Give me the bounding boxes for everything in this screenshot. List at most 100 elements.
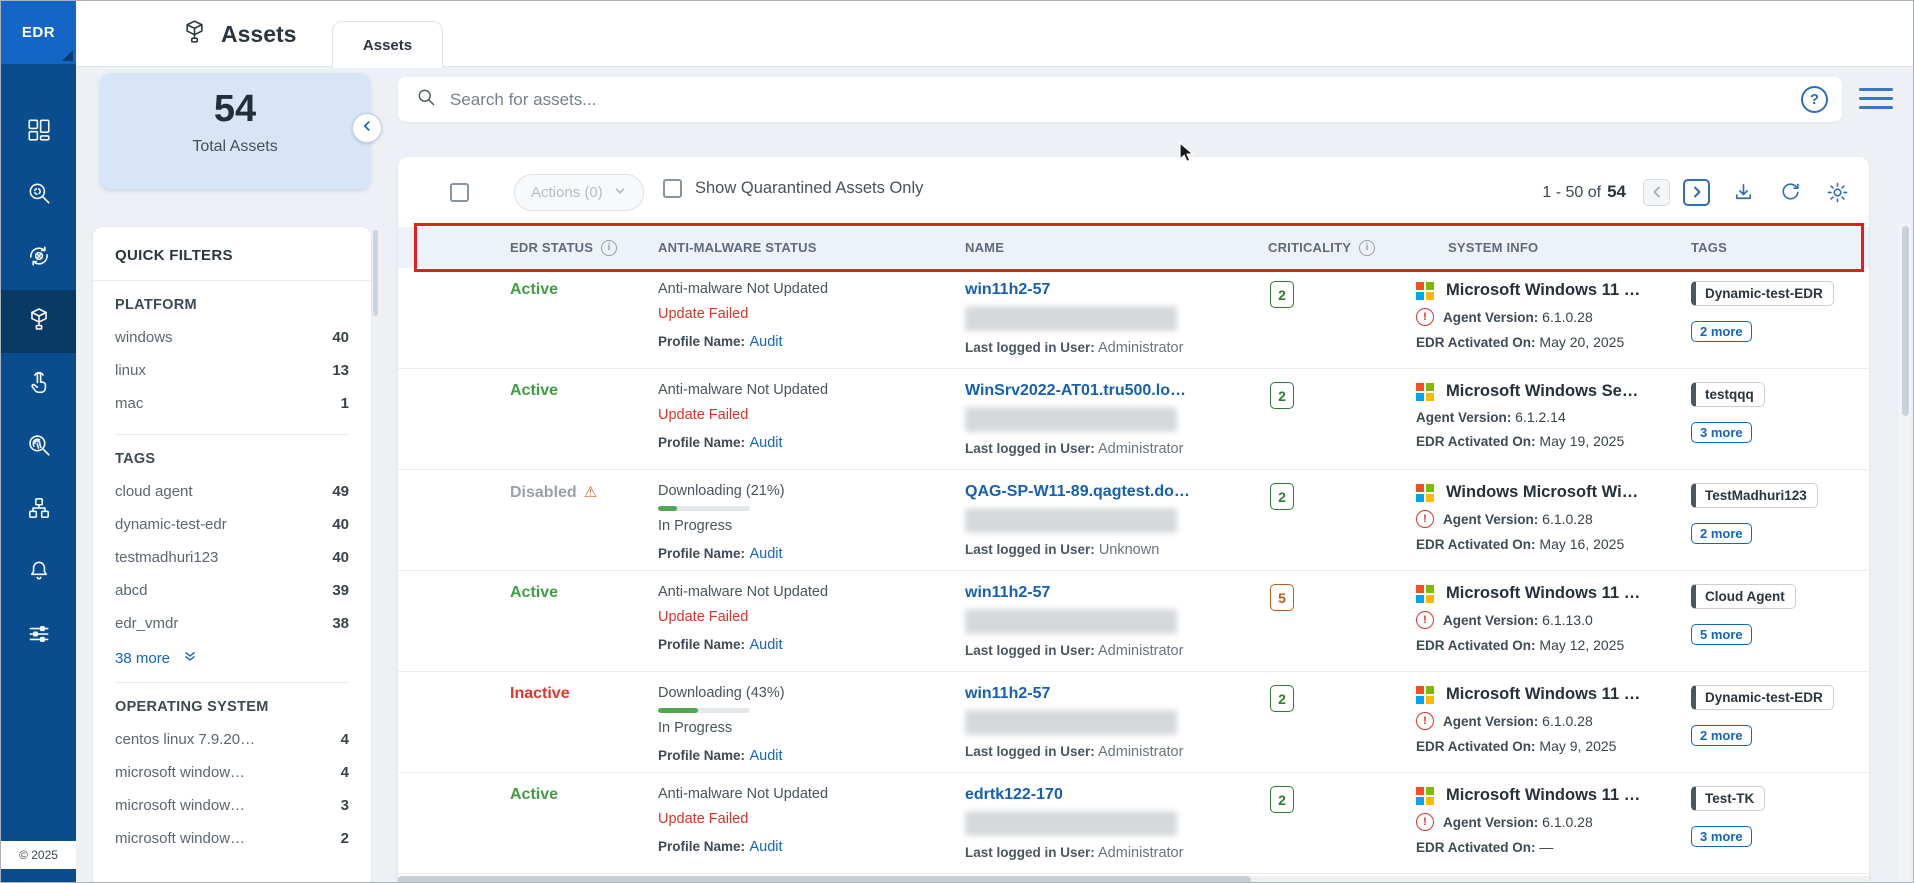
actions-button[interactable]: Actions (0) xyxy=(514,174,644,211)
sidebar-item-rules[interactable] xyxy=(1,353,76,416)
edr-status: Active xyxy=(510,382,559,399)
info-icon[interactable]: i xyxy=(601,239,618,256)
prev-page-button[interactable] xyxy=(1643,178,1670,206)
tag-pill[interactable]: Test-TK xyxy=(1691,786,1766,811)
filter-item[interactable]: cloud agent 49 xyxy=(115,475,349,508)
asset-name-link[interactable]: win11h2-57 xyxy=(965,584,1050,602)
filter-item[interactable]: microsoft window… 2 xyxy=(115,822,349,855)
horizontal-scrollbar[interactable] xyxy=(398,876,1869,882)
asset-name-link[interactable]: WinSrv2022-AT01.tru500.lo… xyxy=(965,382,1186,400)
criticality-badge: 2 xyxy=(1270,685,1294,712)
sidebar-item-topology[interactable] xyxy=(1,479,76,542)
asset-name-link[interactable]: win11h2-57 xyxy=(965,685,1050,703)
agent-warning-icon[interactable]: ! xyxy=(1416,308,1434,326)
filters-scrollbar[interactable] xyxy=(373,230,378,316)
agent-version-value: 6.1.0.28 xyxy=(1542,511,1593,527)
profile-link[interactable]: Audit xyxy=(749,637,782,653)
asset-name-link[interactable]: QAG-SP-W11-89.qagtest.do… xyxy=(965,483,1190,501)
hamburger-icon[interactable] xyxy=(1859,88,1893,109)
anti-malware-cell: Anti-malware Not Updated Update Failed P… xyxy=(658,369,965,469)
column-header-criticality[interactable]: CRITICALITY i xyxy=(1268,239,1416,256)
system-info-cell: Microsoft Windows 11 … ! Agent Version: … xyxy=(1416,571,1691,671)
tab-assets[interactable]: Assets xyxy=(332,21,443,68)
filter-item[interactable]: linux 13 xyxy=(115,354,349,387)
asset-name-link[interactable]: win11h2-57 xyxy=(965,281,1050,299)
profile-link[interactable]: Audit xyxy=(749,546,782,562)
column-header-name[interactable]: NAME xyxy=(965,240,1268,255)
sidebar-item-investigate[interactable] xyxy=(1,416,76,479)
total-assets-count: 54 xyxy=(213,88,257,130)
profile-link[interactable]: Audit xyxy=(749,839,782,855)
anti-malware-substatus: Update Failed xyxy=(658,306,749,322)
profile-link[interactable]: Audit xyxy=(749,435,782,451)
sidebar-item-configuration[interactable] xyxy=(1,605,76,668)
filter-sections: PLATFORM windows 40 linux 13 mac 1 TAGS … xyxy=(115,281,349,869)
column-header-edr-status[interactable]: EDR STATUS i xyxy=(510,239,658,256)
download-icon[interactable] xyxy=(1729,178,1757,206)
vertical-scrollbar[interactable] xyxy=(1899,223,1911,880)
sidebar-item-dashboard[interactable] xyxy=(1,101,76,164)
tap-icon xyxy=(26,369,52,400)
table-controls: Actions (0) Show Quarantined Assets Only… xyxy=(398,157,1869,227)
agent-warning-icon[interactable]: ! xyxy=(1416,712,1434,730)
select-all-checkbox[interactable] xyxy=(450,183,469,202)
gear-icon[interactable] xyxy=(1823,178,1851,206)
agent-warning-icon[interactable]: ! xyxy=(1416,611,1434,629)
filter-item[interactable]: microsoft window… 3 xyxy=(115,789,349,822)
filter-item[interactable]: microsoft window… 4 xyxy=(115,756,349,789)
filter-item[interactable]: edr_vmdr 38 xyxy=(115,607,349,640)
agent-warning-icon[interactable]: ! xyxy=(1416,813,1434,831)
more-tags-pill[interactable]: 3 more xyxy=(1691,826,1752,847)
column-header-anti-malware[interactable]: ANTI-MALWARE STATUS xyxy=(658,240,965,255)
sidebar-item-hunting[interactable] xyxy=(1,164,76,227)
redacted-text xyxy=(965,306,1177,331)
os-name: Microsoft Windows 11 … xyxy=(1446,584,1641,602)
search-input[interactable] xyxy=(450,89,1787,110)
edr-status: Active xyxy=(510,786,559,803)
more-tags-pill[interactable]: 2 more xyxy=(1691,523,1752,544)
edr-activated-label: EDR Activated On: xyxy=(1416,537,1536,552)
anti-malware-cell: Anti-malware Not Updated Update Failed P… xyxy=(658,773,965,873)
next-page-button[interactable] xyxy=(1683,178,1710,206)
quarantine-checkbox[interactable] xyxy=(663,179,682,198)
sidebar-item-alerts[interactable] xyxy=(1,542,76,605)
filter-item[interactable]: windows 40 xyxy=(115,321,349,354)
help-icon[interactable]: ? xyxy=(1801,86,1828,113)
more-tags-pill[interactable]: 2 more xyxy=(1691,725,1752,746)
profile-link[interactable]: Audit xyxy=(749,748,782,764)
tag-pill[interactable]: TestMadhuri123 xyxy=(1691,483,1818,508)
sidebar-item-response[interactable] xyxy=(1,227,76,290)
quarantine-label: Show Quarantined Assets Only xyxy=(695,179,924,197)
profile-link[interactable]: Audit xyxy=(749,334,782,350)
tag-pill[interactable]: Cloud Agent xyxy=(1691,584,1796,609)
column-header-tags[interactable]: TAGS xyxy=(1691,240,1869,255)
tag-pill[interactable]: testqqq xyxy=(1691,382,1765,407)
asset-name-link[interactable]: edrtk122-170 xyxy=(965,786,1063,804)
table-header: EDR STATUS i ANTI-MALWARE STATUS NAME CRI… xyxy=(398,227,1869,268)
column-header-system-info[interactable]: SYSTEM INFO xyxy=(1416,240,1691,255)
refresh-icon[interactable] xyxy=(1776,178,1804,206)
show-more-link[interactable]: 38 more xyxy=(115,640,349,668)
anti-malware-status: Anti-malware Not Updated xyxy=(658,281,829,297)
agent-version-value: 6.1.13.0 xyxy=(1542,612,1593,628)
info-icon[interactable]: i xyxy=(1359,239,1376,256)
tag-pill[interactable]: Dynamic-test-EDR xyxy=(1691,685,1834,710)
more-tags-pill[interactable]: 2 more xyxy=(1691,321,1752,342)
filter-item[interactable]: centos linux 7.9.20… 4 xyxy=(115,723,349,756)
agent-warning-icon[interactable]: ! xyxy=(1416,510,1434,528)
filter-item[interactable]: dynamic-test-edr 40 xyxy=(115,508,349,541)
table-body: Active ⚠ Anti-malware Not Updated Update … xyxy=(398,268,1869,876)
more-tags-pill[interactable]: 3 more xyxy=(1691,422,1752,443)
redacted-text xyxy=(965,710,1177,735)
filter-item[interactable]: abcd 39 xyxy=(115,574,349,607)
table-row: Active⚠ Anti-malware Not Updated Update … xyxy=(398,773,1869,874)
collapse-panel-button[interactable] xyxy=(352,113,382,143)
last-user-value: Administrator xyxy=(1098,845,1184,861)
criticality-badge: 2 xyxy=(1270,483,1294,510)
more-tags-pill[interactable]: 5 more xyxy=(1691,624,1752,645)
sidebar-item-assets[interactable] xyxy=(1,290,76,353)
filter-item[interactable]: testmadhuri123 40 xyxy=(115,541,349,574)
tag-pill[interactable]: Dynamic-test-EDR xyxy=(1691,281,1834,306)
filter-item[interactable]: mac 1 xyxy=(115,387,349,420)
redacted-text xyxy=(965,407,1177,432)
